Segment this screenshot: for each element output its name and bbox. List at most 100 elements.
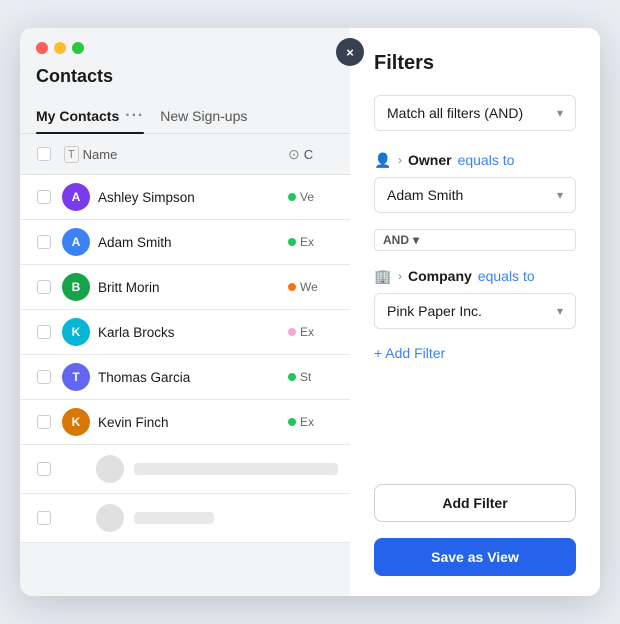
- avatar: K: [62, 408, 90, 436]
- match-dropdown-label: Match all filters (AND): [387, 105, 523, 121]
- tab-options-icon[interactable]: ···: [125, 107, 144, 125]
- status-dot: [288, 238, 296, 246]
- table-row[interactable]: A Adam Smith Ex: [20, 220, 350, 265]
- table-row[interactable]: A Ashley Simpson Ve: [20, 175, 350, 220]
- circle-check-icon: ⊙: [288, 146, 300, 163]
- owner-value-label: Adam Smith: [387, 187, 463, 203]
- placeholder-avatar: [96, 504, 124, 532]
- match-dropdown[interactable]: Match all filters (AND) ▾: [374, 95, 576, 131]
- status-dot: [288, 418, 296, 426]
- contact-status: Ex: [288, 325, 338, 339]
- status-text: St: [300, 370, 311, 384]
- avatar: A: [62, 228, 90, 256]
- status-text: Ex: [300, 325, 314, 339]
- company-value-dropdown[interactable]: Pink Paper Inc. ▾: [374, 293, 576, 329]
- contact-name: Britt Morin: [90, 280, 288, 295]
- row-checkbox[interactable]: [32, 275, 56, 299]
- add-filter-button[interactable]: Add Filter: [374, 484, 576, 522]
- traffic-light-yellow[interactable]: [54, 42, 66, 54]
- tab-new-signups-label: New Sign-ups: [160, 108, 247, 124]
- owner-filter-section: 👤 › Owner equals to Adam Smith ▾: [374, 151, 576, 213]
- and-badge-label: AND: [383, 233, 409, 247]
- traffic-light-red[interactable]: [36, 42, 48, 54]
- left-panel: Contacts My Contacts ··· New Sign-ups T …: [20, 28, 350, 596]
- contact-name: Ashley Simpson: [90, 190, 288, 205]
- tab-new-signups[interactable]: New Sign-ups: [160, 100, 247, 132]
- filter-label-row: 👤 › Owner equals to: [374, 151, 576, 169]
- owner-value-dropdown[interactable]: Adam Smith ▾: [374, 177, 576, 213]
- contact-status: Ex: [288, 415, 338, 429]
- contact-name: Thomas Garcia: [90, 370, 288, 385]
- status-dot: [288, 193, 296, 201]
- placeholder-avatar: [96, 455, 124, 483]
- company-field-name[interactable]: Company: [408, 268, 472, 284]
- contact-status: Ex: [288, 235, 338, 249]
- company-value-label: Pink Paper Inc.: [387, 303, 482, 319]
- placeholder-row: [20, 494, 350, 543]
- row-checkbox: [32, 506, 56, 530]
- traffic-lights: [20, 28, 350, 62]
- avatar: A: [62, 183, 90, 211]
- close-button[interactable]: ×: [336, 38, 364, 66]
- contact-status: Ve: [288, 190, 338, 204]
- contact-status: St: [288, 370, 338, 384]
- row-checkbox[interactable]: [32, 185, 56, 209]
- type-icon: T: [64, 146, 79, 163]
- column-status-header: ⊙ C: [288, 146, 338, 163]
- table-row[interactable]: T Thomas Garcia St: [20, 355, 350, 400]
- filter-expand-icon: ›: [398, 153, 402, 167]
- company-filter-section: 🏢 › Company equals to Pink Paper Inc. ▾: [374, 267, 576, 329]
- row-checkbox[interactable]: [32, 320, 56, 344]
- table-row[interactable]: B Britt Morin We: [20, 265, 350, 310]
- tabs-bar: My Contacts ··· New Sign-ups: [20, 99, 350, 134]
- table-row[interactable]: K Karla Brocks Ex: [20, 310, 350, 355]
- contacts-table: T Name ⊙ C A Ashley Simpson Ve: [20, 134, 350, 596]
- avatar: T: [62, 363, 90, 391]
- building-icon: 🏢: [374, 267, 392, 285]
- row-checkbox[interactable]: [32, 230, 56, 254]
- and-badge[interactable]: AND ▾: [374, 229, 576, 251]
- row-checkbox: [32, 457, 56, 481]
- traffic-light-green[interactable]: [72, 42, 84, 54]
- add-filter-link[interactable]: + Add Filter: [374, 345, 576, 361]
- chevron-down-icon: ▾: [557, 106, 563, 120]
- placeholder-bar: [134, 512, 214, 524]
- status-dot: [288, 283, 296, 291]
- right-panel: Filters Match all filters (AND) ▾ 👤 › Ow…: [350, 28, 600, 596]
- table-header: T Name ⊙ C: [20, 134, 350, 175]
- owner-field-name[interactable]: Owner: [408, 152, 452, 168]
- chevron-down-icon: ▾: [557, 188, 563, 202]
- checkbox-box[interactable]: [37, 147, 51, 161]
- row-checkbox[interactable]: [32, 365, 56, 389]
- placeholder-row: [20, 445, 350, 494]
- spacer: [374, 361, 576, 460]
- placeholder-bar: [134, 463, 338, 475]
- column-name-header: T Name: [56, 146, 288, 163]
- chevron-down-icon: ▾: [557, 304, 563, 318]
- filters-title: Filters: [374, 52, 576, 75]
- person-icon: 👤: [374, 151, 392, 169]
- column-status-label: C: [304, 147, 313, 162]
- panel-title: Contacts: [20, 62, 350, 99]
- avatar: B: [62, 273, 90, 301]
- table-row[interactable]: K Kevin Finch Ex: [20, 400, 350, 445]
- tab-my-contacts-label: My Contacts: [36, 108, 119, 124]
- filter-expand-icon: ›: [398, 269, 402, 283]
- avatar: K: [62, 318, 90, 346]
- status-dot: [288, 373, 296, 381]
- contact-name: Karla Brocks: [90, 325, 288, 340]
- row-checkbox[interactable]: [32, 410, 56, 434]
- status-text: Ve: [300, 190, 314, 204]
- status-text: Ex: [300, 235, 314, 249]
- save-view-button[interactable]: Save as View: [374, 538, 576, 576]
- owner-condition[interactable]: equals to: [458, 152, 515, 168]
- tab-my-contacts[interactable]: My Contacts ···: [36, 99, 144, 133]
- filter-label-row: 🏢 › Company equals to: [374, 267, 576, 285]
- status-dot: [288, 328, 296, 336]
- contact-name: Adam Smith: [90, 235, 288, 250]
- header-checkbox[interactable]: [32, 142, 56, 166]
- column-name-label: Name: [83, 147, 118, 162]
- company-condition[interactable]: equals to: [478, 268, 535, 284]
- chevron-down-icon: ▾: [413, 233, 419, 247]
- contact-name: Kevin Finch: [90, 415, 288, 430]
